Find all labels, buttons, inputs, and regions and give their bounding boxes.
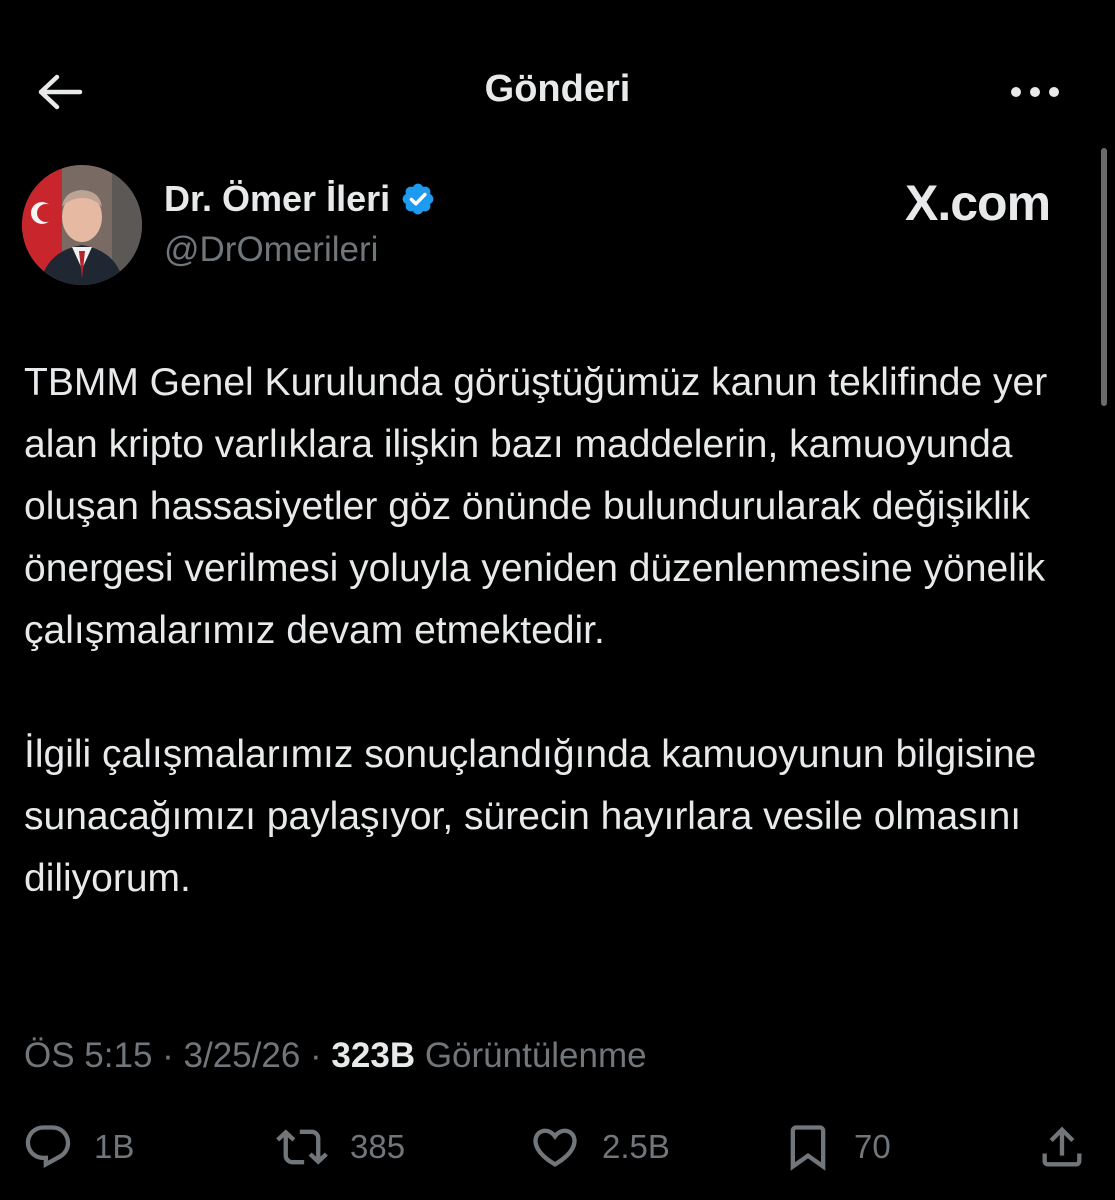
author-name[interactable]: Dr. Ömer İleri bbox=[164, 178, 436, 220]
share-icon bbox=[1042, 1126, 1082, 1167]
scrollbar[interactable] bbox=[1101, 148, 1107, 406]
views-label: Görüntülenme bbox=[415, 1036, 647, 1075]
bookmark-icon bbox=[790, 1125, 826, 1171]
verified-badge-icon bbox=[402, 183, 434, 215]
meta-separator: · bbox=[152, 1036, 184, 1075]
avatar[interactable] bbox=[22, 165, 142, 285]
tweet-paragraph-1: TBMM Genel Kurulunda görüştüğümüz kanun … bbox=[24, 361, 1048, 652]
bookmark-button[interactable]: 70 bbox=[782, 1115, 891, 1179]
tweet-time[interactable]: ÖS 5:15 bbox=[24, 1036, 152, 1075]
meta-separator: · bbox=[300, 1036, 332, 1075]
share-button[interactable] bbox=[1036, 1115, 1088, 1179]
views-count[interactable]: 323B bbox=[331, 1036, 415, 1075]
more-button[interactable] bbox=[1000, 70, 1070, 114]
tweet-paragraph-2: İlgili çalışmalarımız sonuçlandığında ka… bbox=[24, 733, 1037, 900]
action-bar: 1B 385 2.5B 70 bbox=[0, 1115, 1115, 1185]
reply-icon bbox=[25, 1125, 71, 1169]
tweet-date[interactable]: 3/25/26 bbox=[184, 1036, 301, 1075]
like-count: 2.5B bbox=[602, 1128, 670, 1165]
author-handle[interactable]: @DrOmerileri bbox=[164, 230, 378, 270]
repost-icon bbox=[276, 1129, 328, 1165]
reply-button[interactable]: 1B bbox=[22, 1115, 134, 1179]
author-name-text: Dr. Ömer İleri bbox=[164, 178, 391, 219]
tweet-text: TBMM Genel Kurulunda görüştüğümüz kanun … bbox=[24, 352, 1099, 910]
top-bar: Gönderi bbox=[0, 0, 1115, 180]
reply-count: 1B bbox=[94, 1128, 135, 1165]
tweet-meta: ÖS 5:15 · 3/25/26 · 323B Görüntülenme bbox=[24, 1036, 647, 1076]
x-com-watermark: X.com bbox=[905, 175, 1051, 231]
repost-button[interactable]: 385 bbox=[274, 1115, 405, 1179]
like-button[interactable]: 2.5B bbox=[528, 1115, 670, 1179]
repost-count: 385 bbox=[350, 1128, 406, 1165]
page-title: Gönderi bbox=[484, 68, 631, 110]
more-horizontal-icon bbox=[1011, 87, 1059, 97]
heart-icon bbox=[533, 1128, 577, 1167]
bookmark-count: 70 bbox=[854, 1128, 891, 1165]
profile-photo bbox=[22, 165, 142, 285]
